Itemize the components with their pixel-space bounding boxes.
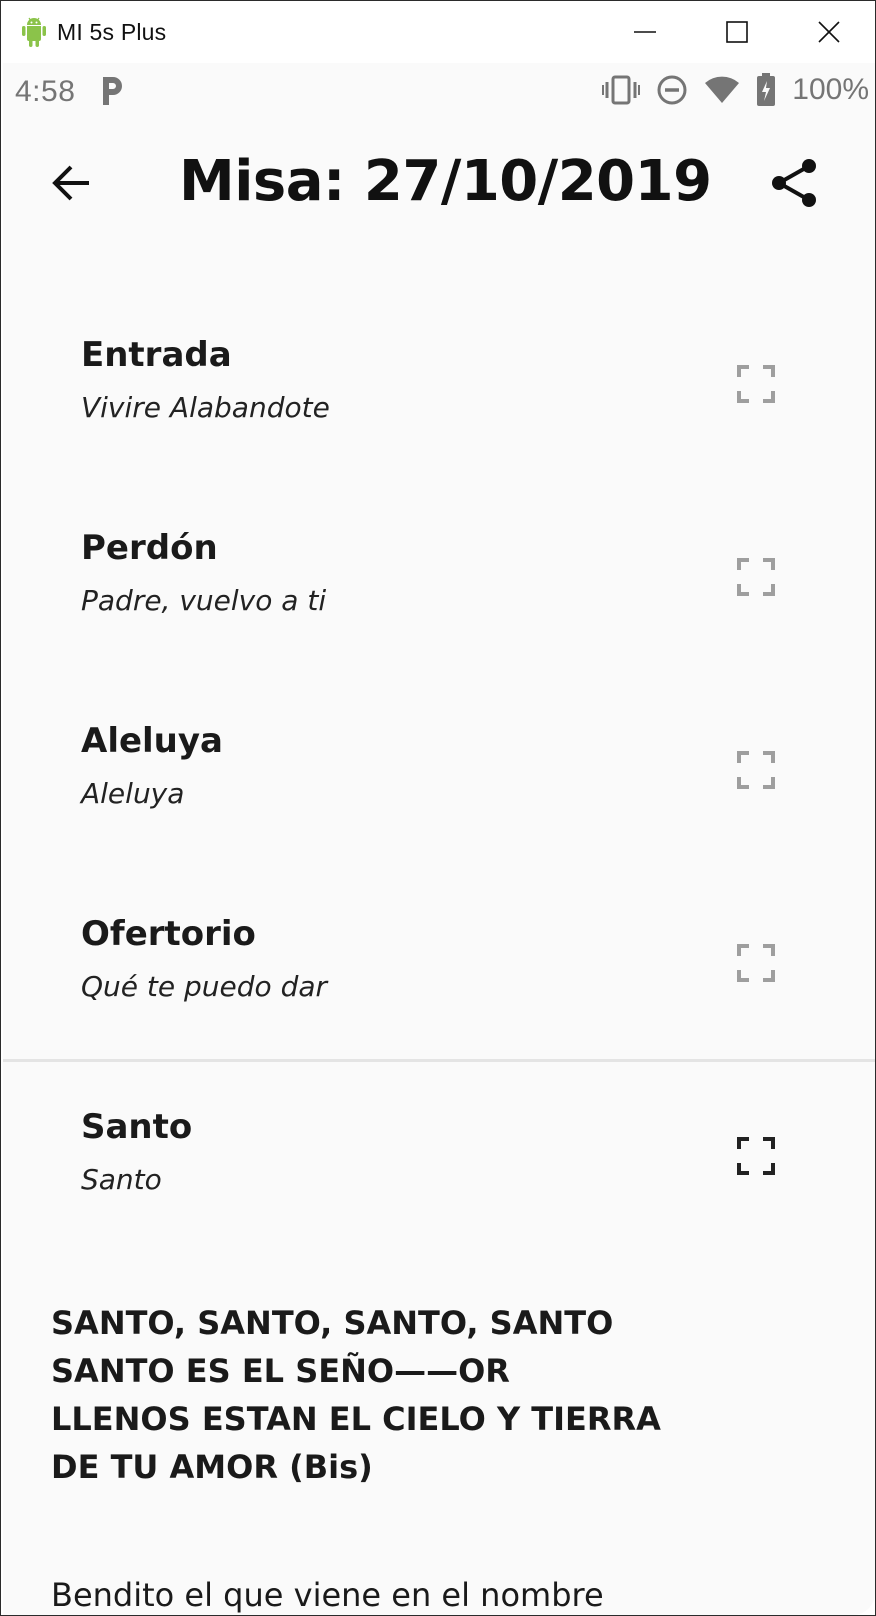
close-button[interactable] — [783, 1, 875, 63]
item-name: Entrada — [81, 335, 232, 375]
list-divider — [3, 1059, 875, 1062]
lyrics-line: Bendito el que viene en el nombre — [51, 1576, 604, 1614]
item-name: Aleluya — [81, 721, 223, 761]
window-title: MI 5s Plus — [57, 18, 167, 45]
window-controls — [599, 1, 875, 63]
page-title: Misa: 27/10/2019 — [179, 149, 712, 214]
maximize-icon — [726, 21, 748, 43]
fullscreen-icon[interactable] — [737, 365, 775, 403]
status-icons: 100% — [602, 73, 869, 107]
vibrate-icon — [602, 75, 641, 105]
lyrics-line: LLENOS ESTAN EL CIELO Y TIERRA — [51, 1400, 661, 1438]
item-song: Aleluya — [81, 777, 185, 810]
lyrics-chorus: SANTO, SANTO, SANTO, SANTO SANTO ES EL S… — [51, 1299, 661, 1491]
list-item-ofertorio[interactable]: Ofertorio Qué te puedo dar — [3, 882, 875, 1075]
item-song: Qué te puedo dar — [81, 970, 328, 1003]
status-bar: 4:58 100% — [3, 63, 875, 121]
phone-screen: 4:58 100% Misa: 27/10/2019 Entrada Vivir… — [3, 63, 875, 1615]
item-song: Padre, vuelvo a ti — [81, 584, 327, 617]
battery-percent: 100% — [792, 73, 869, 106]
item-name: Ofertorio — [81, 914, 256, 954]
wifi-icon — [705, 76, 740, 103]
list-item-perdon[interactable]: Perdón Padre, vuelvo a ti — [3, 496, 875, 689]
emulator-window: MI 5s Plus 4:58 100% Misa: 27/10/2019 En… — [0, 0, 876, 1616]
fullscreen-icon[interactable] — [737, 558, 775, 596]
item-name: Santo — [81, 1107, 193, 1147]
list-item-santo[interactable]: Santo Santo — [3, 1075, 875, 1268]
item-song: Santo — [81, 1163, 162, 1196]
list-item-entrada[interactable]: Entrada Vivire Alabandote — [3, 303, 875, 496]
arrow-back-icon[interactable] — [47, 159, 95, 207]
maximize-button[interactable] — [691, 1, 783, 63]
minimize-button[interactable] — [599, 1, 691, 63]
battery-charging-icon — [757, 73, 776, 106]
share-icon[interactable] — [769, 157, 821, 209]
lyrics-verse: Bendito el que viene en el nombre — [51, 1571, 604, 1615]
do-not-disturb-icon — [657, 75, 687, 105]
status-time: 4:58 — [15, 75, 76, 108]
fullscreen-icon[interactable] — [737, 1137, 775, 1175]
lyrics-line: SANTO ES EL SEÑO——OR — [51, 1352, 510, 1390]
lyrics-line: DE TU AMOR (Bis) — [51, 1448, 373, 1486]
item-song: Vivire Alabandote — [81, 391, 330, 424]
fullscreen-icon[interactable] — [737, 944, 775, 982]
app-toolbar: Misa: 27/10/2019 — [3, 121, 875, 245]
close-icon — [818, 21, 840, 43]
item-name: Perdón — [81, 528, 218, 568]
p-icon — [103, 77, 122, 105]
minimize-icon — [634, 31, 656, 33]
android-icon — [22, 17, 46, 47]
window-titlebar: MI 5s Plus — [1, 1, 875, 63]
lyrics-line: SANTO, SANTO, SANTO, SANTO — [51, 1304, 614, 1342]
fullscreen-icon[interactable] — [737, 751, 775, 789]
list-item-aleluya[interactable]: Aleluya Aleluya — [3, 689, 875, 882]
song-list: Entrada Vivire Alabandote Perdón Padre, … — [3, 303, 875, 1268]
